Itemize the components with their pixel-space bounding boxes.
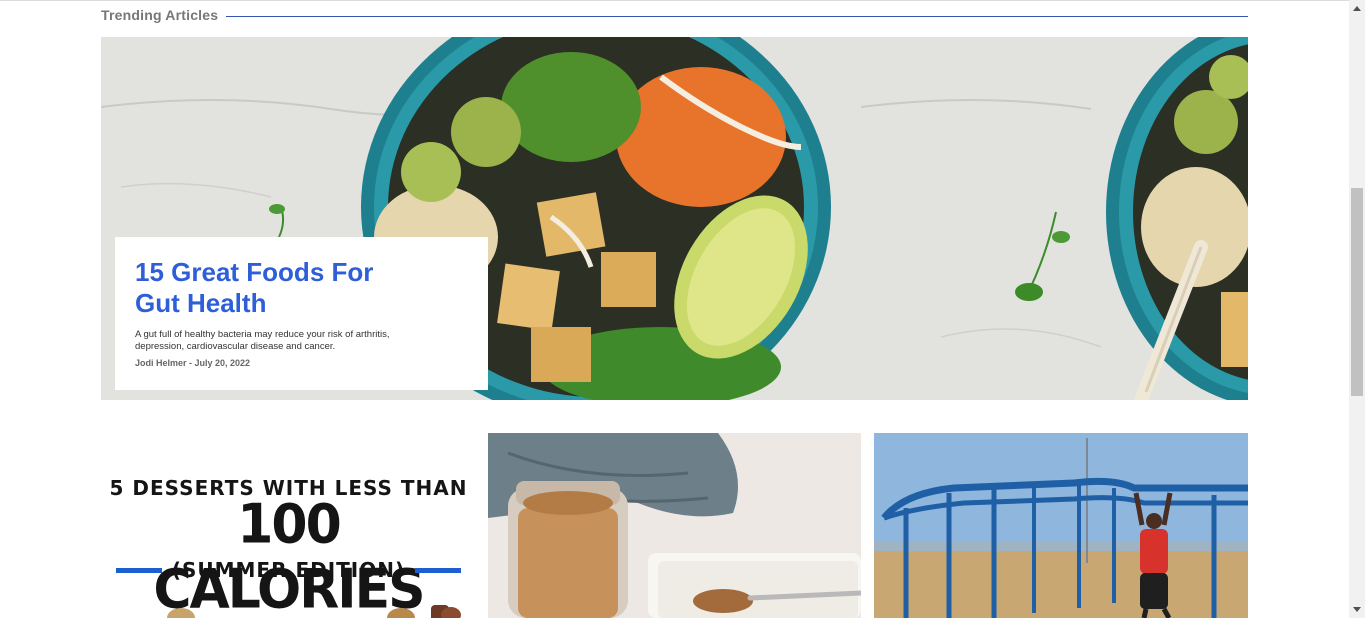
scrollbar-thumb[interactable] — [1351, 188, 1363, 396]
page: Trending Articles 15 Great Foods For Gut… — [0, 0, 1365, 618]
page-scrollbar[interactable] — [1349, 0, 1365, 618]
hero-description: A gut full of healthy bacteria may reduc… — [135, 329, 390, 352]
hero-article[interactable]: 15 Great Foods For Gut Health A gut full… — [101, 37, 1248, 400]
hero-byline: Jodi Helmer - July 20, 2022 — [135, 358, 251, 368]
hero-title-link[interactable]: 15 Great Foods For Gut Health — [135, 257, 405, 319]
top-divider — [0, 0, 1349, 1]
hero-image-secondary[interactable] — [861, 37, 1248, 400]
scroll-up-arrow-icon[interactable] — [1349, 0, 1365, 16]
buddha-bowl-illustration-secondary — [861, 37, 1248, 400]
graphic-subtitle: (SUMMER EDITION) — [171, 558, 406, 582]
article-card-nut-butter[interactable] — [488, 433, 861, 618]
hero-card[interactable]: 15 Great Foods For Gut Health A gut full… — [115, 237, 488, 390]
monkey-bars-illustration — [874, 433, 1248, 618]
scroll-down-arrow-icon[interactable] — [1349, 602, 1365, 618]
graphic-line-3: (SUMMER EDITION) — [101, 558, 476, 582]
graphic-accent-bar-right — [415, 567, 462, 573]
section-rule — [226, 15, 1248, 17]
article-card-desserts[interactable]: 5 DESSERTS WITH LESS THAN 100 CALORIES (… — [101, 433, 476, 618]
section-title: Trending Articles — [101, 7, 219, 23]
nut-butter-illustration — [488, 433, 861, 618]
graphic-accent-bar-left — [115, 567, 162, 573]
dessert-bites-illustration — [167, 605, 461, 618]
section-header: Trending Articles — [101, 6, 1248, 24]
article-card-monkey-bars[interactable] — [874, 433, 1248, 618]
